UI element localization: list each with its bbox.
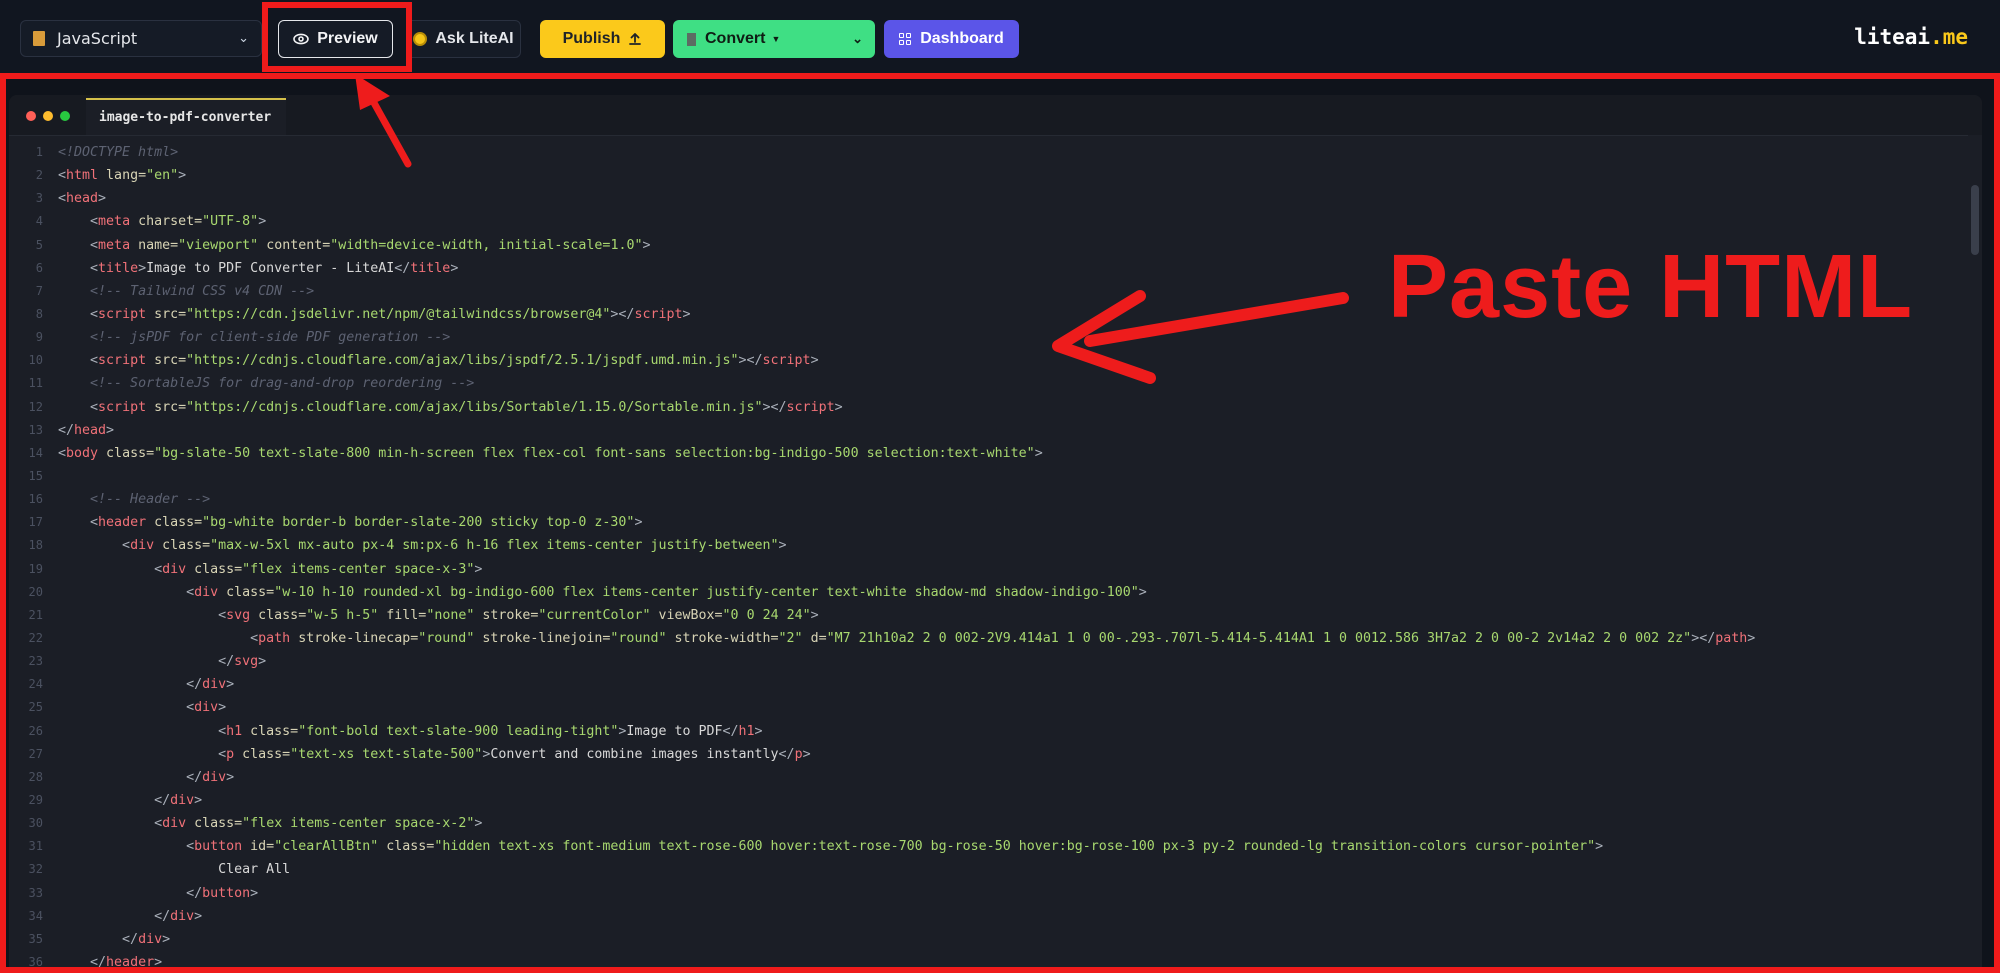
upload-icon	[629, 33, 642, 45]
editor-highlight-box	[0, 73, 2000, 973]
ask-label: Ask LiteAI	[435, 30, 514, 47]
chevron-down-icon: ⌄	[852, 31, 863, 46]
publish-label: Publish	[562, 30, 621, 47]
brand-suffix: .me	[1930, 25, 1968, 49]
brand-logo[interactable]: liteai.me	[1854, 25, 1968, 49]
preview-highlight-box	[262, 2, 412, 72]
convert-icon	[687, 32, 696, 46]
convert-label: Convert	[705, 30, 766, 47]
language-select[interactable]: JavaScript ⌄	[20, 20, 262, 57]
publish-button[interactable]: Publish	[540, 20, 665, 58]
dashboard-label: Dashboard	[920, 30, 1004, 47]
paste-html-label: Paste HTML	[1388, 237, 1914, 337]
chevron-down-icon: ⌄	[238, 31, 249, 46]
caret-down-icon: ▼	[771, 34, 781, 44]
language-label: JavaScript	[57, 29, 138, 48]
convert-dropdown[interactable]: Convert ▼ ⌄	[673, 20, 875, 58]
brand-name: liteai	[1854, 25, 1931, 49]
javascript-file-icon	[33, 31, 45, 46]
dashboard-button[interactable]: Dashboard	[884, 20, 1019, 58]
liteai-coin-icon	[413, 32, 428, 46]
ask-liteai-button[interactable]: Ask LiteAI	[406, 20, 521, 58]
grid-icon	[899, 33, 912, 45]
